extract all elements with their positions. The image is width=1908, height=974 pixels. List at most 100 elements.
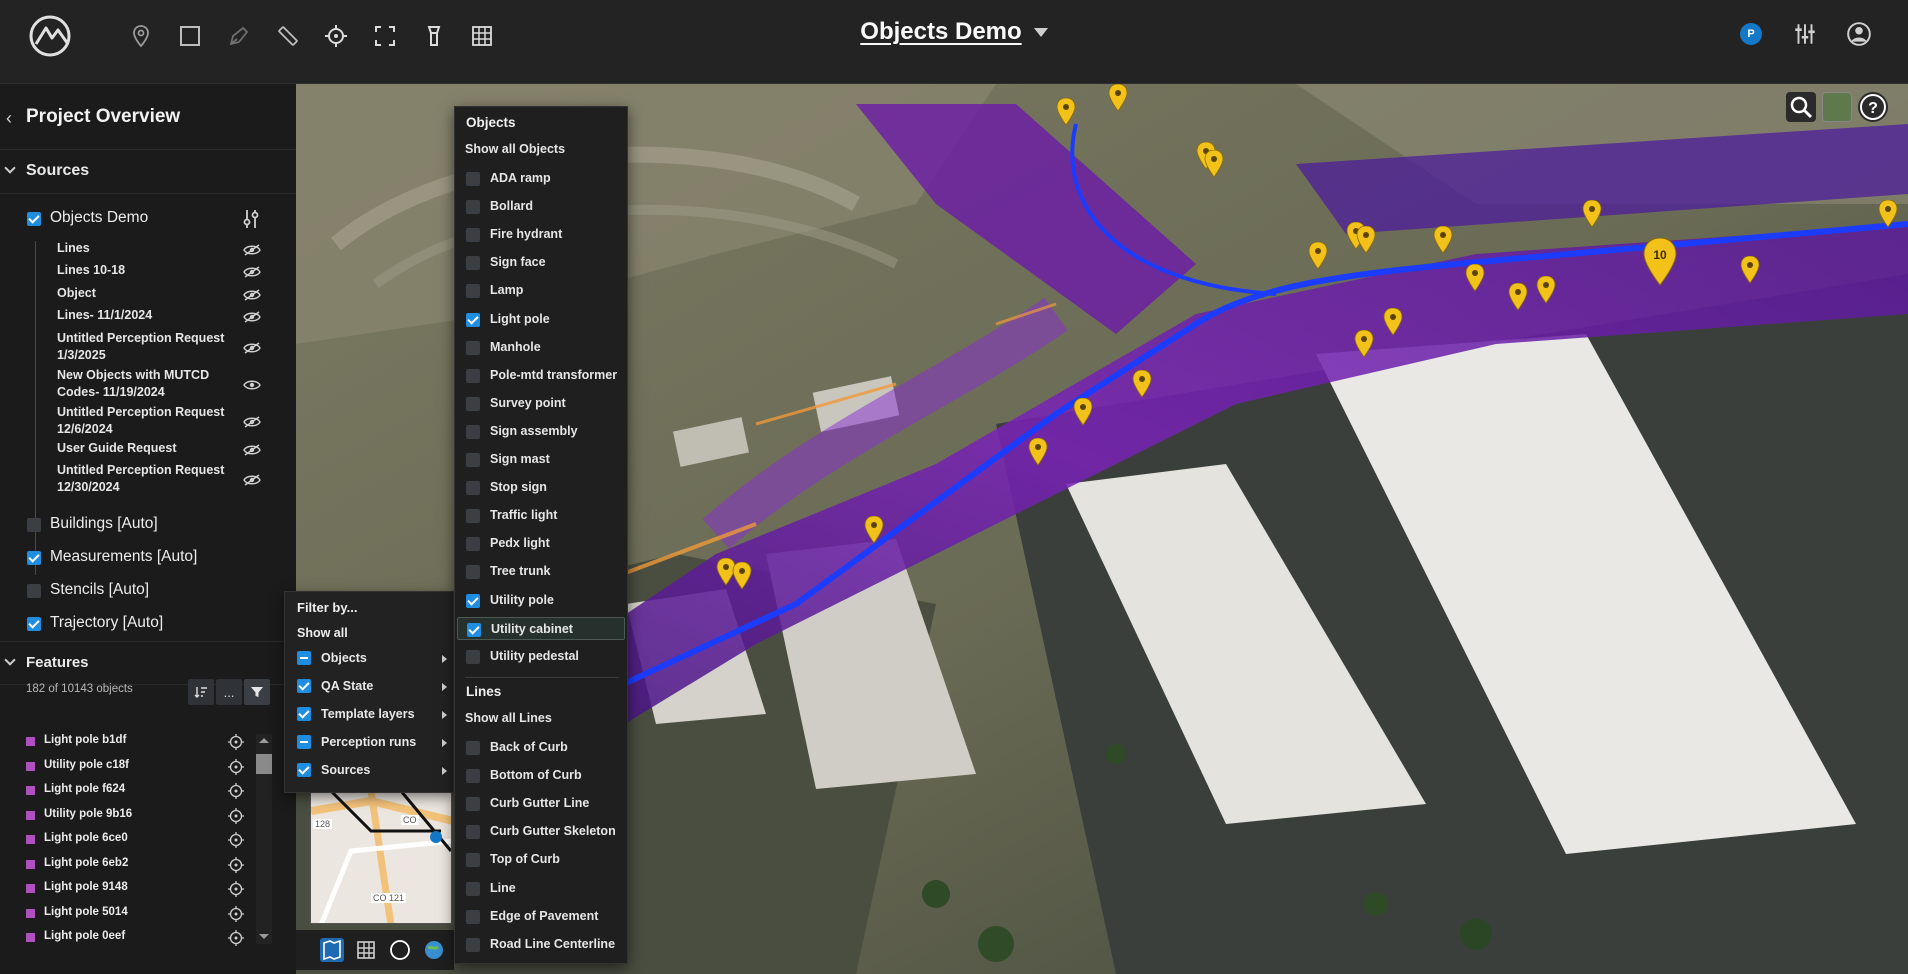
account-icon[interactable] xyxy=(1846,21,1872,47)
locate-target-icon[interactable] xyxy=(228,807,244,824)
chevron-down-icon[interactable] xyxy=(1033,28,1048,38)
grid-layers-icon[interactable] xyxy=(468,22,496,50)
map-marker-pin-icon[interactable] xyxy=(1740,256,1760,284)
project-title[interactable]: Objects Demo xyxy=(860,18,1021,46)
help-icon[interactable]: ? xyxy=(1858,92,1888,122)
object-type-option[interactable]: Fire hydrant xyxy=(457,223,625,246)
map-marker-pin-icon[interactable] xyxy=(1383,308,1403,336)
eye-off-icon[interactable] xyxy=(243,265,261,278)
scroll-down-arrow-icon[interactable] xyxy=(259,934,269,939)
object-type-checkbox[interactable] xyxy=(466,565,480,580)
object-type-checkbox[interactable] xyxy=(466,200,480,215)
line-type-option[interactable]: Line xyxy=(457,877,625,900)
line-type-option[interactable]: Curb Gutter Skeleton xyxy=(457,820,625,843)
filter-checkbox[interactable] xyxy=(297,679,311,693)
adjust-settings-icon[interactable] xyxy=(240,208,262,230)
filter-option[interactable]: Template layers xyxy=(297,703,447,727)
locate-target-icon[interactable] xyxy=(228,783,244,799)
map-marker-pin-icon[interactable] xyxy=(1465,264,1485,292)
map-marker-pin-icon[interactable] xyxy=(864,516,884,544)
source-checkbox-measurements[interactable] xyxy=(27,551,41,565)
object-type-option[interactable]: Bollard xyxy=(457,195,625,218)
object-type-checkbox[interactable] xyxy=(466,649,480,664)
object-type-option[interactable]: Sign mast xyxy=(457,448,625,471)
settings-sliders-icon[interactable] xyxy=(1792,21,1818,47)
map-cluster-marker[interactable]: 10 xyxy=(1642,238,1678,286)
sort-icon[interactable] xyxy=(188,679,214,705)
line-type-checkbox[interactable] xyxy=(466,769,480,784)
basemap-toggle-icon[interactable] xyxy=(1822,92,1852,122)
map-book-icon[interactable] xyxy=(320,938,344,962)
object-type-option[interactable]: Manhole xyxy=(457,336,625,359)
object-type-option[interactable]: Lamp xyxy=(457,279,625,302)
show-all-lines-link[interactable]: Show all Lines xyxy=(465,711,552,725)
line-type-checkbox[interactable] xyxy=(466,881,480,896)
object-type-checkbox[interactable] xyxy=(466,284,480,299)
show-all-objects-link[interactable]: Show all Objects xyxy=(465,142,565,156)
map-marker-pin-icon[interactable] xyxy=(1508,283,1528,311)
object-type-checkbox[interactable] xyxy=(466,424,480,439)
object-type-option[interactable]: Stop sign xyxy=(457,476,625,499)
feature-list-item[interactable]: Light pole 0eef xyxy=(26,929,256,949)
object-type-option[interactable]: Traffic light xyxy=(457,504,625,527)
layer-item[interactable]: Object xyxy=(57,285,237,302)
layer-item[interactable]: Lines 10-18 xyxy=(57,262,237,279)
fullscreen-icon[interactable] xyxy=(371,22,399,50)
feature-list-item[interactable]: Utility pole 9b16 xyxy=(26,807,256,827)
map-marker-pin-icon[interactable] xyxy=(1354,330,1374,358)
locate-target-icon[interactable] xyxy=(228,930,244,946)
scrollbar-thumb[interactable] xyxy=(256,754,272,774)
map-marker-pin-icon[interactable] xyxy=(1433,226,1453,254)
chevron-down-icon[interactable] xyxy=(4,654,16,666)
sources-section-header[interactable]: Sources xyxy=(0,150,296,194)
line-type-option[interactable]: Road Line Centerline xyxy=(457,933,625,956)
layer-item[interactable]: Lines- 11/1/2024 xyxy=(57,307,237,324)
locate-target-icon[interactable] xyxy=(228,832,244,848)
object-type-option[interactable]: Sign face xyxy=(457,251,625,274)
layer-item[interactable]: Lines xyxy=(57,240,237,257)
eye-off-icon[interactable] xyxy=(243,473,261,486)
object-type-checkbox[interactable] xyxy=(466,340,480,355)
map-marker-pin-icon[interactable] xyxy=(1028,438,1048,466)
object-type-option[interactable]: Utility pole xyxy=(457,589,625,612)
filter-option[interactable]: Perception runs xyxy=(297,731,447,755)
filter-checkbox[interactable] xyxy=(297,707,311,721)
line-type-option[interactable]: Edge of Pavement xyxy=(457,905,625,928)
locate-target-icon[interactable] xyxy=(228,881,244,897)
map-marker-pin-icon[interactable] xyxy=(1204,150,1224,178)
layer-item[interactable]: User Guide Request xyxy=(57,440,237,457)
locate-target-icon[interactable] xyxy=(228,734,244,750)
feature-list-item[interactable]: Light pole 5014 xyxy=(26,905,256,925)
filter-icon[interactable] xyxy=(244,679,270,705)
line-type-checkbox[interactable] xyxy=(466,937,480,952)
feature-list-item[interactable]: Light pole f624 xyxy=(26,782,256,802)
object-type-checkbox[interactable] xyxy=(466,481,480,496)
map-marker-pin-icon[interactable] xyxy=(1108,84,1128,112)
map-marker-pin-icon[interactable] xyxy=(1056,98,1076,126)
layer-item[interactable]: Untitled Perception Request 12/6/2024 xyxy=(57,404,237,438)
source-checkbox-buildings[interactable] xyxy=(27,518,41,532)
filter-show-all-link[interactable]: Show all xyxy=(297,626,348,640)
map-marker-pin-icon[interactable] xyxy=(732,562,752,590)
minimap[interactable]: 128 CO CO 121 xyxy=(310,790,452,924)
map-marker-pin-icon[interactable] xyxy=(1582,200,1602,228)
filter-checkbox[interactable] xyxy=(297,651,311,665)
object-type-checkbox[interactable] xyxy=(467,622,481,637)
user-avatar[interactable]: P xyxy=(1740,23,1762,45)
layer-item[interactable]: Untitled Perception Request 12/30/2024 xyxy=(57,462,237,496)
feature-list-item[interactable]: Light pole 6ce0 xyxy=(26,831,256,851)
eye-off-icon[interactable] xyxy=(243,288,261,301)
line-type-checkbox[interactable] xyxy=(466,741,480,755)
object-type-option[interactable]: Light pole xyxy=(457,308,625,331)
grid-icon[interactable] xyxy=(354,938,378,962)
location-pin-icon[interactable] xyxy=(127,22,155,50)
line-type-option[interactable]: Bottom of Curb xyxy=(457,764,625,787)
object-type-option[interactable]: Utility pedestal xyxy=(457,645,625,668)
locate-target-icon[interactable] xyxy=(228,905,244,922)
object-type-checkbox[interactable] xyxy=(466,172,480,186)
layer-item[interactable]: Untitled Perception Request 1/3/2025 xyxy=(57,330,237,364)
object-type-checkbox[interactable] xyxy=(466,593,480,608)
line-type-option[interactable]: Back of Curb xyxy=(457,736,625,759)
object-type-checkbox[interactable] xyxy=(466,228,480,243)
rectangle-select-icon[interactable] xyxy=(176,22,204,50)
